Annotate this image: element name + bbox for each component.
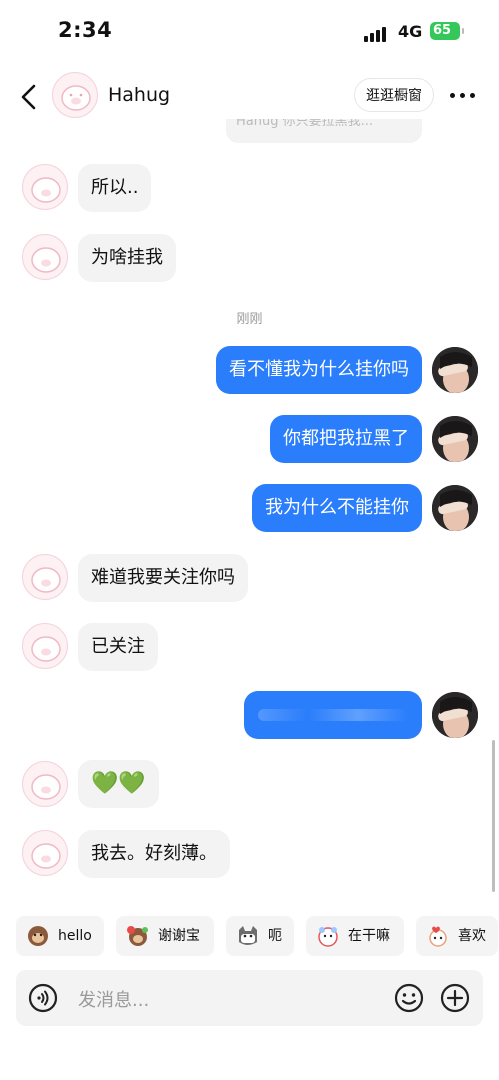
quick-reply-what-doing[interactable]: 在干嘛 bbox=[306, 916, 404, 956]
shop-window-button[interactable]: 逛逛橱窗 bbox=[354, 78, 434, 112]
incoming-message[interactable]: 已关注 bbox=[78, 623, 158, 671]
pig-avatar-icon bbox=[61, 85, 91, 111]
outgoing-message[interactable]: 你都把我拉黑了 bbox=[270, 415, 422, 463]
voice-input-icon[interactable] bbox=[28, 983, 58, 1013]
my-avatar[interactable] bbox=[432, 692, 478, 738]
emoji-icon[interactable] bbox=[394, 983, 424, 1013]
status-time: 2:34 bbox=[58, 18, 113, 42]
quick-reply-like[interactable]: 喜欢 bbox=[416, 916, 498, 956]
battery-level: 65 bbox=[433, 23, 452, 38]
quick-reply-hello[interactable]: hello bbox=[16, 916, 104, 956]
my-avatar[interactable] bbox=[432, 416, 478, 462]
back-arrow-icon[interactable] bbox=[18, 82, 42, 112]
chat-scrollbar[interactable] bbox=[492, 740, 495, 892]
contact-message-avatar[interactable] bbox=[22, 554, 68, 600]
battery-icon: 65 bbox=[430, 22, 464, 40]
pig-avatar-icon bbox=[31, 774, 61, 800]
contact-message-avatar[interactable] bbox=[22, 623, 68, 669]
monkey-sticker-icon bbox=[28, 926, 48, 946]
signal-icon bbox=[364, 26, 392, 42]
message-input[interactable]: 发消息... bbox=[78, 986, 149, 1012]
quick-reply-thanks[interactable]: 谢谢宝 bbox=[116, 916, 214, 956]
pig-avatar-icon bbox=[31, 843, 61, 869]
message-input-bar: 发消息... bbox=[16, 970, 483, 1026]
cat-sticker-icon bbox=[239, 926, 257, 945]
more-options-icon[interactable] bbox=[450, 93, 476, 99]
plus-icon[interactable] bbox=[440, 983, 470, 1013]
incoming-message[interactable]: 为啥挂我 bbox=[78, 234, 176, 282]
incoming-emoji-message[interactable]: 💚💚 bbox=[78, 760, 159, 808]
outgoing-message[interactable]: 看不懂我为什么挂你吗 bbox=[216, 346, 422, 394]
pig-avatar-icon bbox=[31, 636, 61, 662]
photo-avatar-icon bbox=[432, 347, 478, 393]
my-avatar[interactable] bbox=[432, 485, 478, 531]
incoming-message[interactable]: 难道我要关注你吗 bbox=[78, 554, 248, 602]
incoming-message[interactable]: 所以.. bbox=[78, 164, 152, 212]
network-type: 4G bbox=[398, 22, 423, 41]
contact-message-avatar[interactable] bbox=[22, 234, 68, 280]
quick-reply-bar: hello 谢谢宝 呃 在干嘛 喜欢 bbox=[0, 916, 499, 958]
contact-avatar[interactable] bbox=[52, 72, 98, 118]
previous-message-fragment: Hahug 你只要拉黑我... bbox=[226, 119, 422, 143]
message-timestamp: 刚刚 bbox=[236, 312, 263, 327]
pig-avatar-icon bbox=[31, 177, 61, 203]
redacted-text-blur bbox=[258, 709, 408, 721]
pig-avatar-icon bbox=[31, 247, 61, 273]
heart-bear-sticker-icon bbox=[429, 926, 447, 947]
bear-sticker-icon bbox=[318, 927, 338, 947]
photo-avatar-icon bbox=[432, 692, 478, 738]
my-avatar[interactable] bbox=[432, 347, 478, 393]
photo-avatar-icon bbox=[432, 485, 478, 531]
incoming-message[interactable]: 我去。好刻薄。 bbox=[78, 830, 230, 878]
pig-avatar-icon bbox=[31, 567, 61, 593]
contact-name[interactable]: Hahug bbox=[108, 84, 170, 106]
outgoing-message[interactable]: 我为什么不能挂你 bbox=[252, 484, 422, 532]
contact-message-avatar[interactable] bbox=[22, 761, 68, 807]
status-bar: 2:34 4G 65 bbox=[0, 0, 499, 66]
monkey-flower-sticker-icon bbox=[127, 926, 148, 946]
photo-avatar-icon bbox=[432, 416, 478, 462]
contact-message-avatar[interactable] bbox=[22, 830, 68, 876]
quick-reply-uh[interactable]: 呃 bbox=[226, 916, 294, 956]
contact-message-avatar[interactable] bbox=[22, 164, 68, 210]
